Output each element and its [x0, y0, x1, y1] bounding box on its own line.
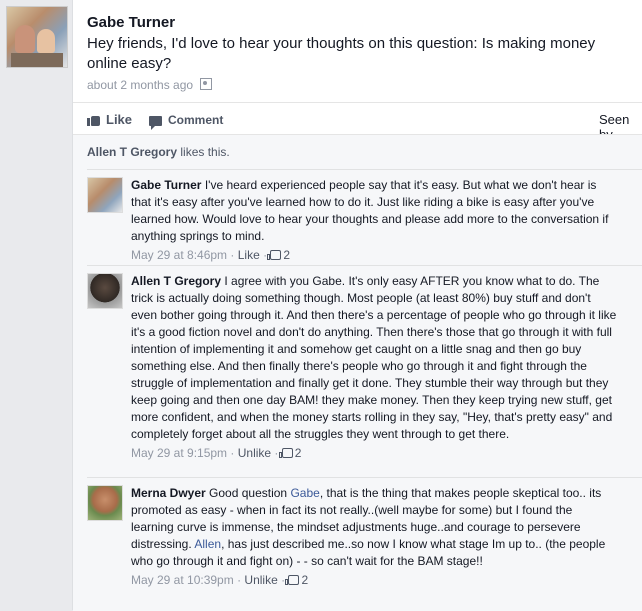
comment-author[interactable]: Merna Dwyer — [131, 486, 206, 500]
comment-like-count[interactable]: 2 — [295, 446, 302, 460]
comment-body: Allen T Gregory I agree with you Gabe. I… — [131, 273, 617, 462]
comment-body: Gabe Turner I've heard experienced peopl… — [131, 177, 617, 264]
like-count-icon — [285, 575, 300, 585]
comment-text: I agree with you Gabe. It's only easy AF… — [131, 274, 617, 441]
post-author-name[interactable]: Gabe Turner — [87, 14, 175, 31]
like-count-icon — [267, 250, 282, 260]
comment-like-link[interactable]: Like — [238, 248, 260, 262]
post-timestamp[interactable]: about 2 months ago — [87, 78, 193, 92]
comment-meta: May 29 at 10:39pm · Unlike · 2 — [131, 572, 617, 589]
separator — [87, 477, 642, 478]
likes-summary: Allen T Gregory likes this. — [87, 145, 230, 159]
comment-unlike-link[interactable]: Unlike — [244, 573, 277, 587]
comment-unlike-link[interactable]: Unlike — [238, 446, 271, 460]
comment-avatar[interactable] — [87, 273, 123, 309]
like-button[interactable]: Like — [87, 112, 132, 127]
post-meta: about 2 months ago — [87, 78, 213, 92]
separator — [87, 169, 642, 170]
post-card: Gabe Turner Hey friends, I'd love to hea… — [72, 0, 642, 611]
divider — [73, 102, 642, 103]
comment-meta: May 29 at 8:46pm · Like · 2 — [131, 247, 617, 264]
like-count-icon — [278, 448, 293, 458]
comment-icon — [149, 115, 162, 130]
comment-author[interactable]: Gabe Turner — [131, 178, 201, 192]
comment-time[interactable]: May 29 at 8:46pm — [131, 248, 227, 262]
comment-button[interactable]: Comment — [149, 112, 642, 130]
likes-suffix: likes this. — [177, 145, 230, 159]
comment-avatar[interactable] — [87, 485, 123, 521]
liker-name[interactable]: Allen T Gregory — [87, 145, 177, 159]
comments-section: Allen T Gregory likes this. Gabe Turner … — [73, 134, 642, 611]
meta-separator: · — [227, 446, 238, 460]
mention-link[interactable]: Allen — [194, 537, 221, 551]
meta-separator: · — [227, 248, 238, 262]
like-label: Like — [106, 112, 133, 127]
separator — [87, 265, 642, 266]
audience-icon[interactable] — [200, 78, 213, 90]
meta-separator: · — [233, 573, 245, 587]
comment-author[interactable]: Allen T Gregory — [131, 274, 221, 288]
comment-time[interactable]: May 29 at 9:15pm — [131, 446, 227, 460]
comment-text-part: Good question — [209, 486, 291, 500]
post-author-avatar[interactable] — [6, 6, 68, 68]
post-text: Hey friends, I'd love to hear your thoug… — [87, 35, 596, 72]
comment-like-count[interactable]: 2 — [283, 248, 290, 262]
comment-meta: May 29 at 9:15pm · Unlike · 2 — [131, 445, 617, 462]
comment-time[interactable]: May 29 at 10:39pm — [131, 573, 234, 587]
comment-avatar[interactable] — [87, 177, 123, 213]
comment-body: Merna Dwyer Good question Gabe, that is … — [131, 485, 617, 589]
comment-text: I've heard experienced people say that i… — [131, 178, 609, 243]
post-actions: Like Comment Seen by — [87, 112, 642, 142]
mention-link[interactable]: Gabe — [290, 486, 319, 500]
thumbs-up-icon — [87, 114, 101, 126]
comment-like-count[interactable]: 2 — [301, 573, 308, 587]
comment-label: Comment — [168, 113, 224, 127]
